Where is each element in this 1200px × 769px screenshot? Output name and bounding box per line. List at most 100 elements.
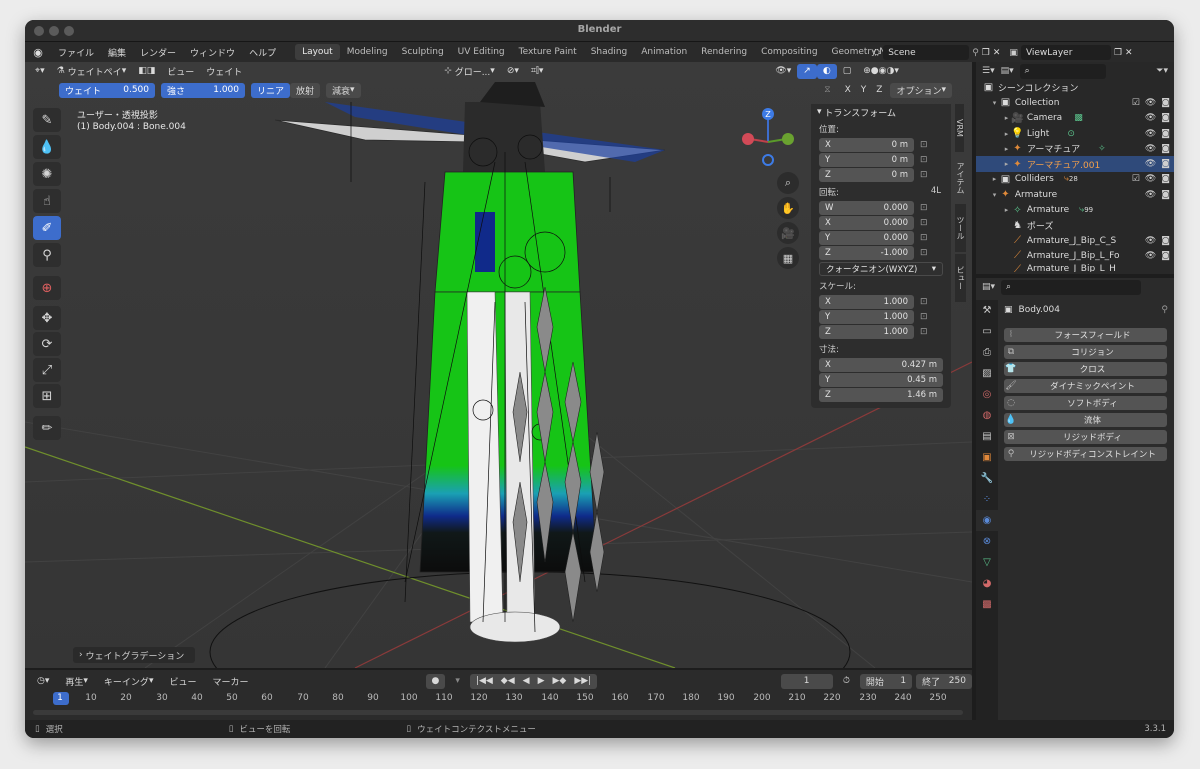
- marker-menu[interactable]: マーカー: [206, 674, 254, 689]
- mode-selector[interactable]: ⚗ ウェイトペイ ▾: [51, 64, 133, 79]
- outliner-row[interactable]: ▸ ✦ アーマチュア ✧ 👁 ◙: [976, 141, 1174, 156]
- blur-tool[interactable]: 💧: [33, 135, 61, 159]
- outliner-row[interactable]: ⟋ Armature_J_Bip_C_S 👁 ◙: [976, 233, 1174, 248]
- scale-y-field[interactable]: Y 1.000 ⊡: [819, 310, 951, 324]
- outliner-row-selected[interactable]: ▸ ✦ アーマチュア.001 👁 ◙: [976, 156, 1174, 172]
- workspace-tab-shading[interactable]: Shading: [584, 44, 635, 60]
- chevron-right-icon[interactable]: ▸: [1002, 145, 1011, 153]
- mirror-y-toggle[interactable]: Y: [859, 83, 869, 98]
- soft-body-button[interactable]: ◌ ソフトボディ: [1004, 396, 1167, 410]
- timeline-editor-type-icon[interactable]: ◷▾: [31, 674, 55, 689]
- transform-panel-header[interactable]: ▾ トランスフォーム: [811, 104, 951, 120]
- strength-field[interactable]: 強さ 1.000: [161, 82, 245, 98]
- gizmo-neg-z-axis[interactable]: [762, 154, 774, 166]
- rigid-body-constraint-button[interactable]: ⚲ リジッドボディコンストレイント: [1004, 447, 1167, 461]
- lock-icon[interactable]: ⊡: [920, 312, 928, 322]
- camera-icon[interactable]: ◙: [1161, 113, 1170, 123]
- eye-icon[interactable]: 👁: [1145, 129, 1156, 139]
- scale-x-field[interactable]: X 1.000 ⊡: [819, 295, 951, 309]
- visibility-icon[interactable]: 👁▾: [769, 64, 797, 79]
- lock-icon[interactable]: ⊡: [920, 327, 928, 337]
- timeline-scrollbar[interactable]: [33, 710, 963, 715]
- blender-logo-icon[interactable]: ◉: [25, 46, 51, 59]
- camera-icon[interactable]: ◙: [1161, 159, 1170, 169]
- outliner-row[interactable]: ▸ ✧ Armature ⤷ 99: [976, 202, 1174, 217]
- falloff-dropdown[interactable]: 減衰 ▾: [326, 82, 361, 98]
- view-layer-field[interactable]: ViewLayer: [1020, 45, 1111, 60]
- tab-vrm[interactable]: VRM: [955, 104, 964, 152]
- rigid-body-button[interactable]: ⊠ リジッドボディ: [1004, 430, 1167, 444]
- outliner-row[interactable]: ♞ ポーズ: [976, 218, 1174, 233]
- eye-icon[interactable]: 👁: [1145, 190, 1156, 200]
- workspace-tab-animation[interactable]: Animation: [634, 44, 694, 60]
- constraints-tab-icon[interactable]: ⊗: [976, 531, 998, 552]
- rotation-w-field[interactable]: W 0.000 ⊡: [819, 201, 951, 215]
- location-z-field[interactable]: Z 0 m ⊡: [819, 168, 951, 182]
- sample-weight-tool[interactable]: ⚲: [33, 243, 61, 267]
- rotation-lock-4l[interactable]: 4L: [931, 186, 941, 198]
- delete-view-layer-icon[interactable]: ✕: [1125, 48, 1133, 58]
- rotation-y-field[interactable]: Y 0.000 ⊡: [819, 231, 951, 245]
- fluid-button[interactable]: 💧 流体: [1004, 413, 1167, 427]
- cloth-button[interactable]: 👕 クロス: [1004, 362, 1167, 376]
- eye-icon[interactable]: 👁: [1145, 98, 1156, 108]
- 3d-viewport[interactable]: ⌖▾ ⚗ ウェイトペイ ▾ ◧◨ ビュー ウェイト ⊹ グロー... ▾ ⊘▾ ⌗⫿▾…: [25, 62, 972, 668]
- eye-icon[interactable]: 👁: [1145, 159, 1156, 169]
- shading-mode-icons[interactable]: ⊕●◉◑▾: [857, 64, 905, 79]
- menu-weights[interactable]: ウェイト: [200, 64, 248, 79]
- prev-keyframe-icon[interactable]: ◆◀: [501, 676, 515, 686]
- menu-view[interactable]: ビュー: [161, 64, 200, 79]
- filter-icon[interactable]: ⏷▾: [1156, 66, 1168, 76]
- options-dropdown[interactable]: オプション ▾: [890, 82, 952, 98]
- chevron-down-icon[interactable]: ▾: [990, 191, 999, 199]
- menu-window[interactable]: ウィンドウ: [183, 46, 242, 59]
- material-tab-icon[interactable]: ◕: [976, 573, 998, 594]
- properties-editor-type-icon[interactable]: ▤▾: [982, 282, 995, 292]
- workspace-tab-layout[interactable]: Layout: [295, 44, 340, 60]
- last-operator-panel[interactable]: › ウェイトグラデーション: [73, 647, 195, 663]
- outliner-search-input[interactable]: ⌕: [1019, 63, 1106, 79]
- pin-icon[interactable]: ⚲: [972, 48, 979, 58]
- annotate-tool[interactable]: ✏: [33, 416, 61, 440]
- lock-icon[interactable]: ⊡: [920, 233, 928, 243]
- tab-tool[interactable]: ツール: [955, 204, 966, 252]
- jump-end-icon[interactable]: ▶▶|: [574, 676, 591, 686]
- camera-icon[interactable]: ◙: [1161, 129, 1170, 139]
- scene-icon[interactable]: ⛭: [873, 48, 880, 58]
- lock-icon[interactable]: ⊡: [920, 218, 928, 228]
- outliner-row[interactable]: ⟋ Armature_J_Bip_L_H: [976, 264, 1174, 272]
- current-frame-field[interactable]: 1: [780, 673, 833, 689]
- xray-toggle-icon[interactable]: ◧◨: [132, 64, 161, 79]
- chevron-right-icon[interactable]: ▸: [1002, 114, 1011, 122]
- data-tab-icon[interactable]: ▽: [976, 552, 998, 573]
- lock-icon[interactable]: ⊡: [920, 155, 928, 165]
- scale-tool[interactable]: ⤢: [33, 358, 61, 382]
- camera-icon[interactable]: ◙: [1161, 98, 1170, 108]
- dimensions-z-field[interactable]: Z 1.46 m: [819, 388, 951, 402]
- new-view-layer-icon[interactable]: ❐: [1114, 48, 1122, 58]
- eye-icon[interactable]: 👁: [1145, 174, 1156, 184]
- pin-icon[interactable]: ⚲: [1161, 305, 1168, 315]
- dimensions-y-field[interactable]: Y 0.45 m: [819, 373, 951, 387]
- auto-keying-toggle[interactable]: ●: [425, 673, 446, 689]
- transform-tool[interactable]: ⊞: [33, 384, 61, 408]
- dimensions-x-field[interactable]: X 0.427 m: [819, 358, 951, 372]
- lock-icon[interactable]: ⊡: [920, 140, 928, 150]
- weight-field[interactable]: ウェイト 0.500: [59, 82, 155, 98]
- workspace-tab-compositing[interactable]: Compositing: [754, 44, 824, 60]
- workspace-tab-sculpting[interactable]: Sculpting: [395, 44, 451, 60]
- mirror-icon[interactable]: ⧖: [818, 83, 836, 98]
- tool-tab-icon[interactable]: ⚒: [976, 300, 998, 321]
- workspace-tab-rendering[interactable]: Rendering: [694, 44, 754, 60]
- chevron-right-icon[interactable]: ▸: [990, 175, 999, 183]
- camera-icon[interactable]: ◙: [1161, 190, 1170, 200]
- chevron-right-icon[interactable]: ▸: [1002, 206, 1011, 214]
- next-keyframe-icon[interactable]: ▶◆: [552, 676, 566, 686]
- gizmo-x-axis[interactable]: [742, 133, 754, 145]
- view-layer-icon[interactable]: ▣: [1009, 48, 1018, 58]
- menu-edit[interactable]: 編集: [101, 46, 133, 59]
- zoom-icon[interactable]: ⌕: [777, 172, 799, 194]
- outliner-row[interactable]: ▸ ▣ Colliders ⤷ 28 ☑ 👁 ◙: [976, 172, 1174, 187]
- rotate-tool[interactable]: ⟳: [33, 332, 61, 356]
- scale-z-field[interactable]: Z 1.000 ⊡: [819, 325, 951, 339]
